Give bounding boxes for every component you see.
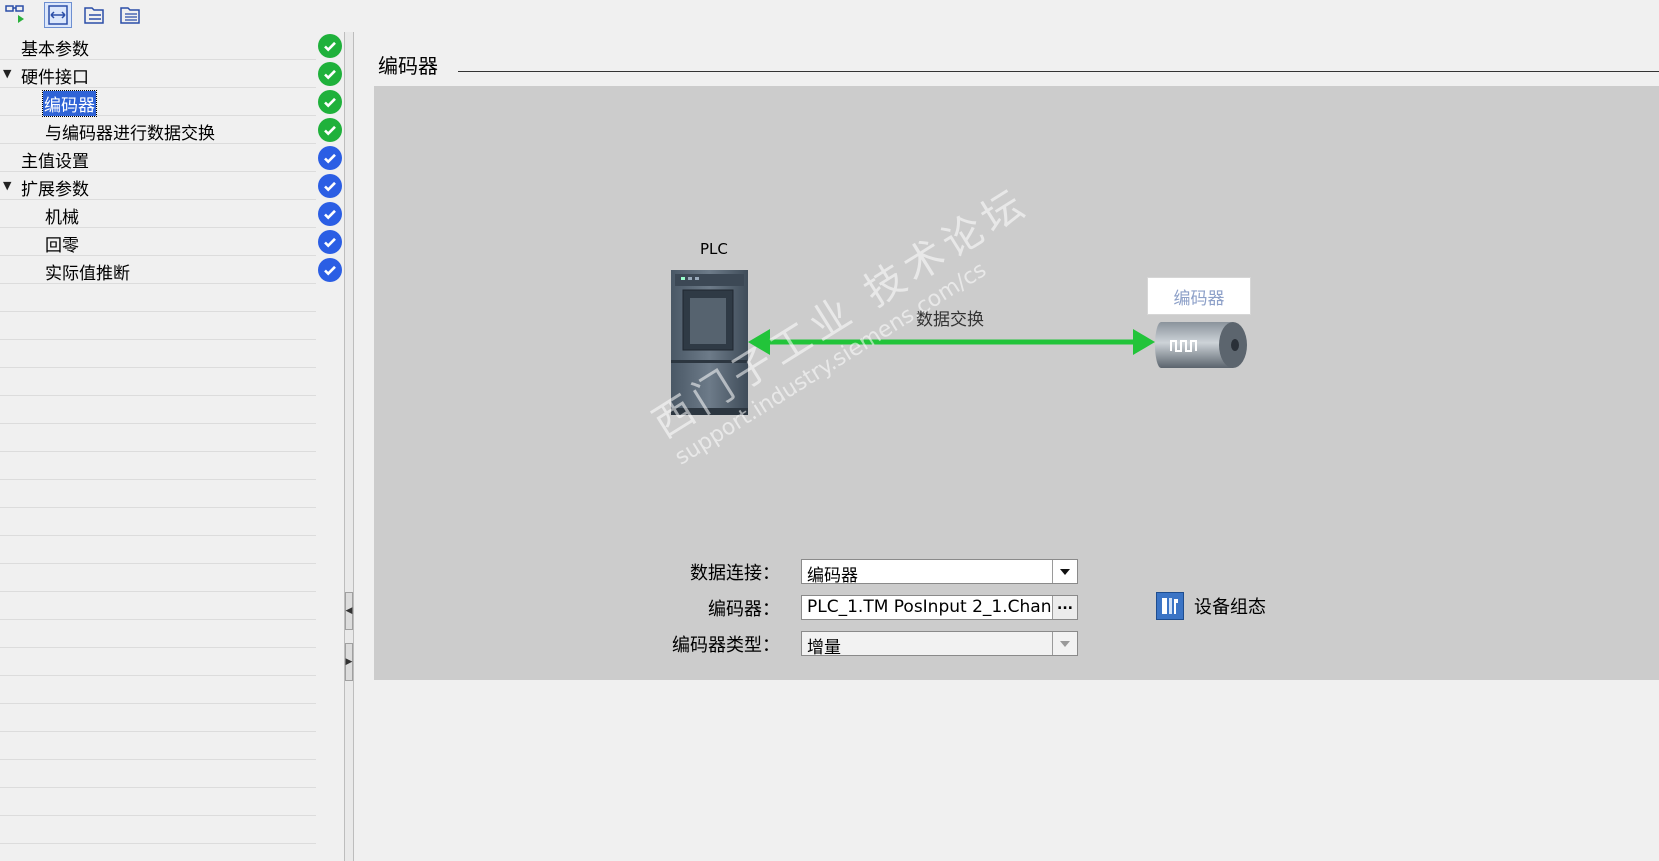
browse-button[interactable]: ...	[1052, 596, 1077, 619]
encoder-type-value: 增量	[807, 638, 841, 658]
tree-item-encoder-data-exchange[interactable]: 与编码器进行数据交换	[0, 116, 316, 144]
tree-item-label: 实际值推断	[45, 264, 130, 284]
empty-row	[0, 452, 316, 480]
tree-item-basic-params[interactable]: 基本参数	[0, 32, 316, 60]
diagram-canvas	[374, 86, 1659, 680]
encoder-field-label: 编码器：	[708, 599, 780, 620]
tree-item-label: 硬件接口	[21, 68, 89, 88]
tree-item-actual-value-extrapolation[interactable]: 实际值推断	[0, 256, 316, 284]
empty-row	[0, 648, 316, 676]
section-divider	[458, 71, 1659, 72]
status-ok-icon	[318, 34, 342, 58]
encoder-type-label: 编码器类型：	[672, 635, 780, 656]
status-ok-icon	[318, 62, 342, 86]
chevron-down-icon[interactable]	[1052, 560, 1077, 583]
tree-item-encoder[interactable]: 编码器	[0, 88, 316, 117]
empty-row	[0, 480, 316, 508]
panel-splitter[interactable]	[344, 32, 354, 861]
collapse-all-icon[interactable]	[116, 2, 144, 28]
plc-label: PLC	[700, 240, 728, 258]
tree-item-label: 回零	[45, 236, 79, 256]
tree-item-extended-params[interactable]: ▼ 扩展参数	[0, 172, 316, 200]
status-default-icon	[318, 230, 342, 254]
empty-row	[0, 676, 316, 704]
expand-arrow-icon[interactable]: ▼	[3, 67, 11, 80]
encoder-type-select: 增量	[801, 631, 1078, 658]
tree-item-master-value-settings[interactable]: 主值设置	[0, 144, 316, 172]
tree-item-label: 基本参数	[21, 40, 89, 60]
empty-row	[0, 620, 316, 648]
data-connection-label: 数据连接：	[690, 563, 780, 584]
expand-all-icon[interactable]	[80, 2, 108, 28]
status-ok-icon	[318, 90, 342, 114]
collapse-left-icon[interactable]: ◀	[345, 592, 353, 630]
tree-item-homing[interactable]: 回零	[0, 228, 316, 256]
data-connection-select[interactable]: 编码器	[801, 559, 1078, 586]
overview-toggle-icon[interactable]	[2, 2, 30, 28]
empty-row	[0, 312, 316, 340]
tree-item-label: 与编码器进行数据交换	[45, 124, 215, 144]
empty-row	[0, 424, 316, 452]
tree-item-label: 主值设置	[21, 152, 89, 172]
status-default-icon	[318, 174, 342, 198]
plc-icon	[671, 270, 748, 415]
device-config-label: 设备组态	[1194, 597, 1266, 618]
empty-row	[0, 592, 316, 620]
empty-row	[0, 816, 316, 844]
chevron-down-icon	[1052, 632, 1077, 655]
encoder-value: PLC_1.TM PosInput 2_1.Channe	[807, 597, 1051, 617]
empty-row	[0, 704, 316, 732]
data-exchange-arrow-icon	[748, 329, 1155, 355]
empty-row	[0, 732, 316, 760]
section-title: 编码器	[378, 54, 438, 78]
tree-item-hardware-interface[interactable]: ▼ 硬件接口	[0, 60, 316, 88]
encoder-diagram-label: 编码器	[1147, 277, 1251, 315]
empty-row	[0, 396, 316, 424]
device-configuration-link[interactable]: 设备组态	[1156, 592, 1266, 620]
device-config-icon	[1156, 592, 1184, 620]
empty-row	[0, 340, 316, 368]
tree-item-label: 机械	[45, 208, 79, 228]
status-default-icon	[318, 258, 342, 282]
empty-row	[0, 536, 316, 564]
data-connection-value: 编码器	[807, 566, 858, 586]
empty-row	[0, 760, 316, 788]
status-ok-icon	[318, 118, 342, 142]
toolbar	[0, 0, 346, 32]
empty-row	[0, 284, 316, 312]
parameter-tree: 基本参数 ▼ 硬件接口 编码器 与编码器进行数据交换 主值设置 ▼ 扩展参数 机…	[0, 32, 317, 861]
fit-width-icon[interactable]	[44, 2, 72, 28]
encoder-icon	[1155, 322, 1247, 368]
status-default-icon	[318, 202, 342, 226]
tree-item-label: 编码器	[42, 90, 97, 117]
collapse-right-icon[interactable]: ▶	[345, 643, 353, 681]
empty-row	[0, 508, 316, 536]
encoder-select-field[interactable]: PLC_1.TM PosInput 2_1.Channe ...	[801, 595, 1078, 620]
empty-row	[0, 564, 316, 592]
empty-row	[0, 368, 316, 396]
status-default-icon	[318, 146, 342, 170]
tree-item-label: 扩展参数	[21, 180, 89, 200]
empty-row	[0, 788, 316, 816]
tree-item-mechanics[interactable]: 机械	[0, 200, 316, 228]
expand-arrow-icon[interactable]: ▼	[3, 179, 11, 192]
